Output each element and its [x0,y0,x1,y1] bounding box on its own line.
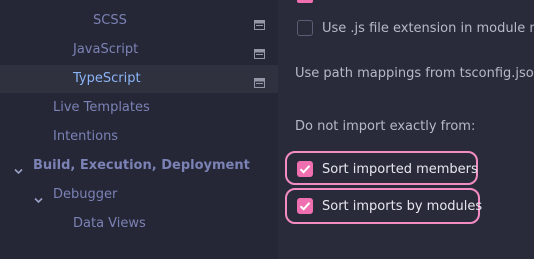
project-settings-icon [254,15,265,30]
tree-item-label: SCSS [93,13,127,28]
project-settings-icon [254,73,265,88]
tree-item-typescript[interactable]: TypeScript [0,65,278,93]
chevron-down-icon[interactable] [34,190,43,204]
checkbox-box[interactable] [297,20,313,36]
tree-item-label: JavaScript [73,42,139,57]
path-mappings-label: Use path mappings from tsconfig.json: [295,66,534,81]
tree-item-label: Data Views [73,216,146,231]
tree-item-debugger[interactable]: Debugger [0,181,278,209]
tree-item-label: Build, Execution, Deployment [33,158,250,173]
checkbox-box[interactable] [297,198,313,214]
settings-tree: SCSS JavaScript TypeScript Live Template… [0,0,278,259]
project-settings-icon [254,44,265,59]
tree-item-label: Live Templates [53,100,150,115]
tree-item-live-templates[interactable]: Live Templates [0,94,278,122]
tree-item-label: TypeScript [73,71,141,86]
tree-item-label: Debugger [53,187,118,202]
sort-imported-members-checkbox[interactable]: Sort imported members [295,160,478,180]
tree-item-scss[interactable]: SCSS [0,7,278,35]
typescript-imports-panel: Use .js file extension in module name Us… [278,0,534,259]
tree-item-build-execution-deployment[interactable]: Build, Execution, Deployment [0,152,278,180]
settings-window: SCSS JavaScript TypeScript Live Template… [0,0,534,259]
checkbox-partially-visible[interactable] [297,0,313,3]
tree-item-intentions[interactable]: Intentions [0,123,278,151]
sort-imports-by-modules-label: Sort imports by modules [322,199,483,214]
checkmark-icon [299,202,311,211]
tree-item-label: Intentions [53,129,119,144]
tree-item-data-views[interactable]: Data Views [0,210,278,238]
chevron-down-icon[interactable] [14,161,23,175]
sort-imports-by-modules-checkbox[interactable]: Sort imports by modules [295,197,482,217]
js-extension-label: Use .js file extension in module name [322,21,534,36]
checkbox-box[interactable] [297,161,313,177]
checkmark-icon [299,165,311,174]
do-not-import-label: Do not import exactly from: [295,119,476,134]
sort-imported-members-label: Sort imported members [322,162,478,177]
tree-item-javascript[interactable]: JavaScript [0,36,278,64]
js-extension-checkbox[interactable]: Use .js file extension in module name [295,19,534,39]
